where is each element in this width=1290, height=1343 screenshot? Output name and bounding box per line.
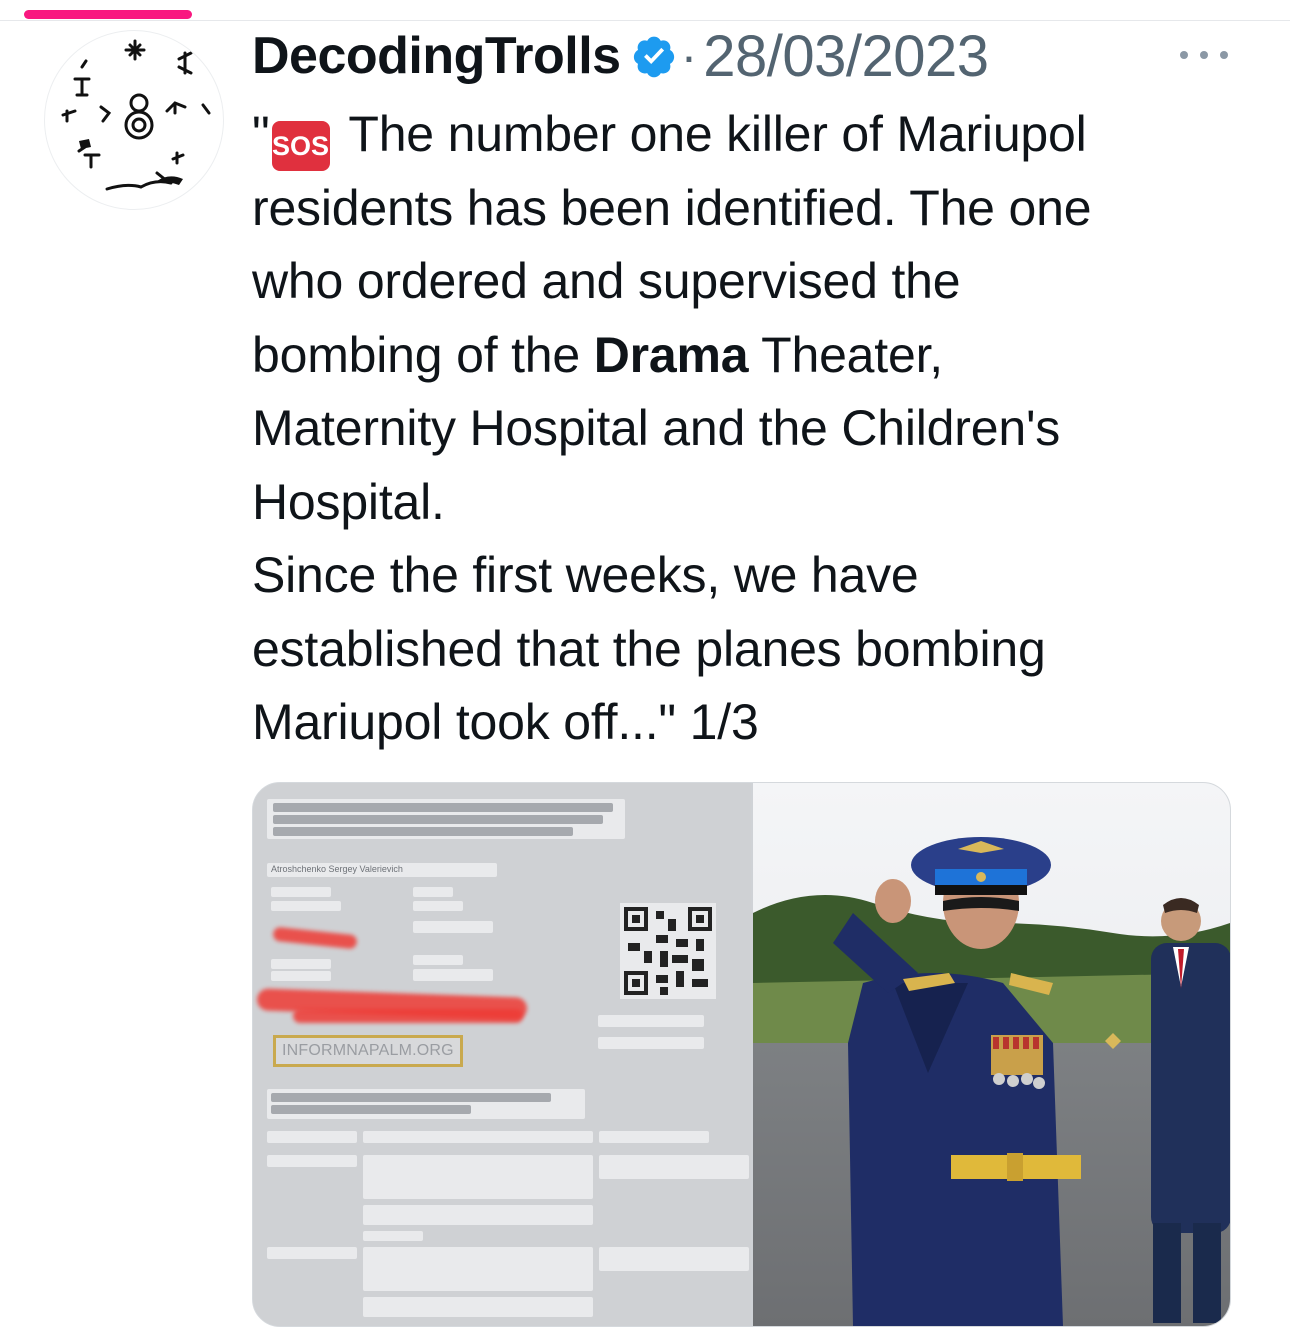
petroglyph-avatar-image (61, 39, 211, 191)
tweet-text: "SOS The number one killer of Mariupol r… (252, 98, 1252, 760)
tweet-line-4: bombing of the Drama Theater, (252, 326, 943, 383)
bold-drama: Drama (593, 326, 749, 383)
tweet-line-3: who ordered and supervised the (252, 253, 961, 309)
tweet-line-5: Maternity Hospital and the Children's (252, 400, 1061, 456)
verified-badge-icon (631, 33, 677, 79)
certificate-holder-name: Atroshchenko Sergey Valerievich (271, 864, 403, 874)
tweet-line-8: established that the planes bombing (252, 620, 1046, 677)
tweet-line-2: residents has been identified. The one (252, 179, 1092, 236)
more-options-icon[interactable] (1180, 40, 1228, 70)
qr-code-icon (620, 903, 716, 999)
top-divider (0, 20, 1290, 21)
tweet-media[interactable]: Atroshchenko Sergey Valerievich INFORMNA… (252, 782, 1231, 1327)
officer-saluting-photo (753, 783, 1230, 1326)
sos-emoji-icon: SOS (271, 121, 330, 171)
tweet-line-7: Since the first weeks, we have (252, 547, 919, 603)
tweet-header: DecodingTrolls · 28/03/2023 (252, 22, 989, 90)
author-name[interactable]: DecodingTrolls (252, 26, 621, 86)
header-separator: · (680, 28, 698, 84)
vaccination-certificate-image: Atroshchenko Sergey Valerievich INFORMNA… (253, 783, 751, 1326)
informnapalm-watermark: INFORMNAPALM.ORG (273, 1035, 463, 1067)
tweet-date[interactable]: 28/03/2023 (703, 23, 989, 90)
tweet-line-1: "SOS The number one killer of Mariupol (252, 98, 1252, 172)
tweet-line-6: Hospital. (252, 473, 445, 530)
avatar[interactable] (44, 30, 224, 210)
tweet-line-9: Mariupol took off..." 1/3 (252, 694, 759, 750)
top-accent-bar (24, 10, 192, 19)
